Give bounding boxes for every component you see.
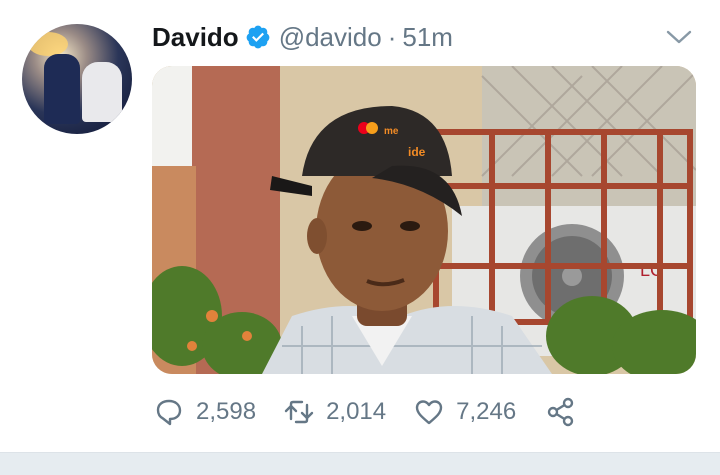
reply-button[interactable]: 2,598 (152, 395, 256, 429)
reply-icon (152, 395, 186, 429)
share-icon[interactable] (544, 395, 578, 429)
chevron-down-icon[interactable] (664, 24, 694, 50)
tweet-timestamp[interactable]: 51m (402, 22, 453, 53)
retweet-button[interactable]: 2,014 (282, 395, 386, 429)
like-icon (412, 395, 446, 429)
retweet-icon (282, 395, 316, 429)
header-separator: · (387, 21, 397, 52)
verified-badge-icon (245, 24, 271, 50)
timeline-divider (0, 452, 720, 475)
avatar-stage-light (28, 32, 68, 56)
like-button[interactable]: 7,246 (412, 395, 516, 429)
retweet-count: 2,014 (326, 398, 387, 425)
cap-text-left: me (384, 126, 399, 137)
avatar-figure-right (82, 62, 122, 122)
tweet-header: Davido @davido · 51m (152, 20, 453, 54)
cap-text-right: ide (408, 145, 426, 159)
avatar-figure-left (44, 54, 80, 124)
author-name[interactable]: Davido (152, 22, 239, 53)
reply-count: 2,598 (196, 398, 257, 425)
like-count: 7,246 (456, 398, 517, 425)
tweet-photo[interactable]: LG me ide (152, 66, 696, 374)
tweet-actions: 2,598 2,014 7,246 (152, 392, 578, 432)
author-handle[interactable]: @davido (279, 22, 382, 53)
profile-avatar[interactable] (22, 24, 132, 134)
